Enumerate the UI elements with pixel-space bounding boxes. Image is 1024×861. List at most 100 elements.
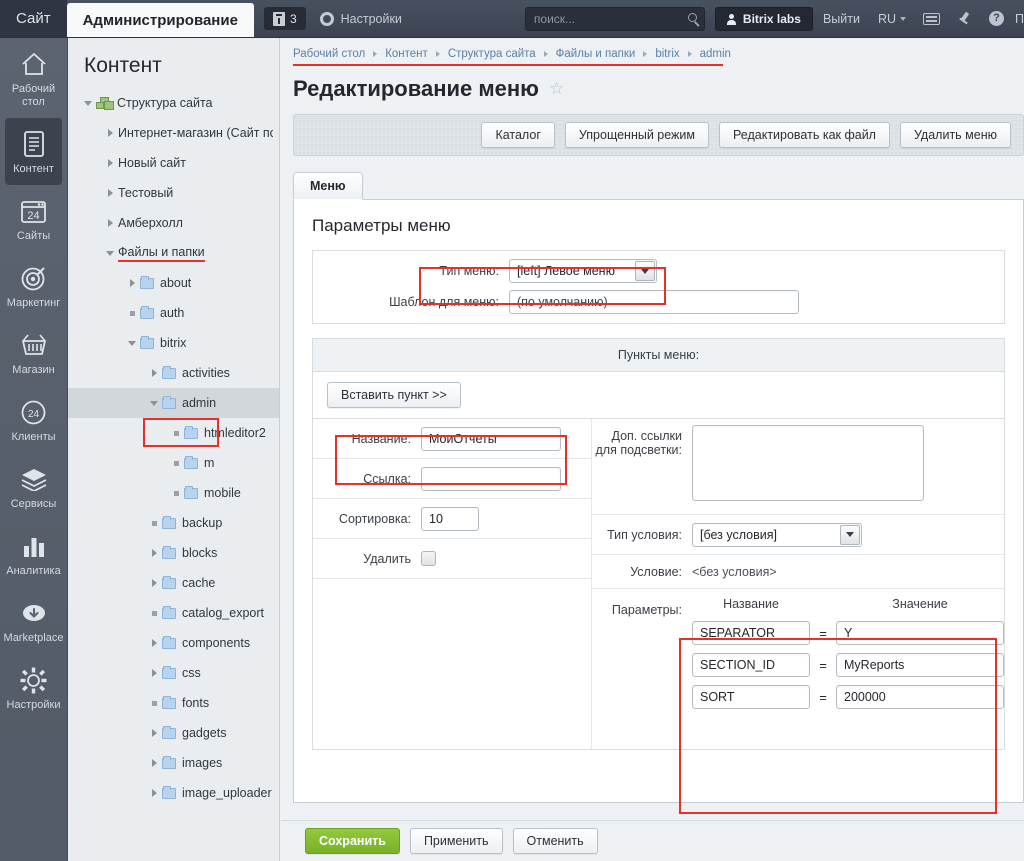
rail-item-магазин[interactable]: Магазин xyxy=(0,319,67,386)
toolbar-button-упрощенный-режим[interactable]: Упрощенный режим xyxy=(564,122,709,148)
tree-node-components[interactable]: components xyxy=(68,628,279,658)
chevron-right-icon[interactable] xyxy=(107,129,113,137)
param-value-input[interactable] xyxy=(836,685,1004,709)
chevron-right-icon[interactable] xyxy=(107,159,113,167)
extra-links-textarea[interactable] xyxy=(692,425,924,501)
chevron-down-icon[interactable] xyxy=(106,250,114,256)
settings-link[interactable]: Настройки xyxy=(306,0,416,37)
breadcrumb-item-файлы-и-папки[interactable]: Файлы и папки xyxy=(556,48,636,60)
breadcrumb-item-рабочий-стол[interactable]: Рабочий стол xyxy=(293,48,365,60)
breadcrumb-item-структура-сайта[interactable]: Структура сайта xyxy=(448,48,536,60)
rail-item-рабочий-стол[interactable]: Рабочий стол xyxy=(0,38,67,118)
tree-node--[interactable]: Новый сайт xyxy=(68,148,279,178)
tree-twisty[interactable] xyxy=(146,400,162,406)
tree-node-admin[interactable]: admin xyxy=(68,388,279,418)
tree-node-bitrix[interactable]: bitrix xyxy=(68,328,279,358)
tree-node-fonts[interactable]: fonts xyxy=(68,688,279,718)
tab-menu[interactable]: Меню xyxy=(293,172,363,200)
menu-type-select[interactable] xyxy=(509,259,657,283)
chevron-right-icon[interactable] xyxy=(151,669,157,677)
tree-twisty[interactable] xyxy=(102,219,118,227)
search-input[interactable] xyxy=(525,12,711,26)
tree-node-image_uploader[interactable]: image_uploader xyxy=(68,778,279,808)
tree-twisty[interactable] xyxy=(146,789,162,797)
tree-node--[interactable]: Файлы и папки xyxy=(68,238,279,268)
toolbar-button-удалить-меню[interactable]: Удалить меню xyxy=(899,122,1011,148)
tree-node-htmleditor2[interactable]: htmleditor2 xyxy=(68,418,279,448)
tree-twisty[interactable] xyxy=(146,639,162,647)
favorite-star-icon[interactable]: ☆ xyxy=(549,79,564,99)
notifications-button[interactable]: 3 xyxy=(263,7,306,30)
chevron-right-icon[interactable] xyxy=(151,579,157,587)
tree-twisty[interactable] xyxy=(80,100,96,106)
chevron-right-icon[interactable] xyxy=(151,729,157,737)
chevron-down-icon[interactable] xyxy=(128,340,136,346)
cond-type-select[interactable] xyxy=(692,522,862,547)
rail-item-клиенты[interactable]: 24 Клиенты xyxy=(0,386,67,453)
tree-twisty[interactable] xyxy=(146,520,162,526)
tree-twisty[interactable] xyxy=(146,729,162,737)
tree-twisty[interactable] xyxy=(124,340,140,346)
rail-item-настройки[interactable]: Настройки xyxy=(0,654,67,721)
tree-twisty[interactable] xyxy=(102,250,118,256)
tree-node-activities[interactable]: activities xyxy=(68,358,279,388)
breadcrumb-item-admin[interactable]: admin xyxy=(700,48,731,60)
tree-twisty[interactable] xyxy=(146,579,162,587)
chevron-down-icon[interactable] xyxy=(150,400,158,406)
toolbar-button-каталог[interactable]: Каталог xyxy=(481,122,555,148)
item-link-input[interactable] xyxy=(421,466,561,491)
rail-item-маркетинг[interactable]: Маркетинг xyxy=(0,252,67,319)
cond-type-dropdown-button[interactable] xyxy=(840,524,860,545)
keyboard-button[interactable] xyxy=(914,0,949,37)
tree-twisty[interactable] xyxy=(146,669,162,677)
tree-node-backup[interactable]: backup xyxy=(68,508,279,538)
chevron-right-icon[interactable] xyxy=(151,759,157,767)
logout-link[interactable]: Выйти xyxy=(813,0,870,37)
save-button[interactable]: Сохранить xyxy=(305,828,400,854)
tab-site[interactable]: Сайт xyxy=(0,0,67,37)
tree-twisty[interactable] xyxy=(146,549,162,557)
tree-twisty[interactable] xyxy=(124,279,140,287)
item-delete-checkbox[interactable] xyxy=(421,551,436,566)
tree-node--[interactable]: Интернет-магазин (Сайт по у xyxy=(68,118,279,148)
chevron-right-icon[interactable] xyxy=(129,279,135,287)
menu-template-input[interactable] xyxy=(509,290,799,314)
tree-node-images[interactable]: images xyxy=(68,748,279,778)
help-button[interactable]: ? xyxy=(980,0,1013,37)
tree-node-auth[interactable]: auth xyxy=(68,298,279,328)
tree-node-blocks[interactable]: blocks xyxy=(68,538,279,568)
bitrix-labs-button[interactable]: Bitrix labs xyxy=(714,7,813,31)
chevron-down-icon[interactable] xyxy=(84,100,92,106)
item-sort-input[interactable] xyxy=(421,506,479,531)
rail-item-контент[interactable]: Контент xyxy=(5,118,62,185)
rail-item-marketplace[interactable]: Marketplace xyxy=(0,587,67,654)
tree-twisty[interactable] xyxy=(146,369,162,377)
rail-item-аналитика[interactable]: Аналитика xyxy=(0,520,67,587)
item-name-input[interactable] xyxy=(421,426,561,451)
tree-node-css[interactable]: css xyxy=(68,658,279,688)
chevron-right-icon[interactable] xyxy=(151,369,157,377)
tree-twisty[interactable] xyxy=(168,490,184,496)
param-value-input[interactable] xyxy=(836,621,1004,645)
tree-twisty[interactable] xyxy=(124,310,140,316)
pin-button[interactable] xyxy=(949,0,980,37)
language-switcher[interactable]: RU xyxy=(870,0,914,37)
search-box[interactable] xyxy=(524,7,711,31)
tree-twisty[interactable] xyxy=(102,159,118,167)
tree-twisty[interactable] xyxy=(168,460,184,466)
tree-node-m[interactable]: m xyxy=(68,448,279,478)
tree-twisty[interactable] xyxy=(102,129,118,137)
tree-twisty[interactable] xyxy=(168,430,184,436)
tree-node-catalog_export[interactable]: catalog_export xyxy=(68,598,279,628)
chevron-right-icon[interactable] xyxy=(107,219,113,227)
toolbar-button-редактировать-как-файл[interactable]: Редактировать как файл xyxy=(719,122,890,148)
cancel-button[interactable]: Отменить xyxy=(512,828,598,854)
tree-node--[interactable]: Структура сайта xyxy=(68,88,279,118)
tree-node--[interactable]: Амберхолл xyxy=(68,208,279,238)
param-name-input[interactable] xyxy=(692,621,810,645)
chevron-right-icon[interactable] xyxy=(151,789,157,797)
breadcrumb-item-контент[interactable]: Контент xyxy=(385,48,428,60)
cond-type-value[interactable] xyxy=(692,522,862,547)
menu-type-dropdown-button[interactable] xyxy=(635,261,655,281)
search-icon[interactable] xyxy=(687,13,697,22)
